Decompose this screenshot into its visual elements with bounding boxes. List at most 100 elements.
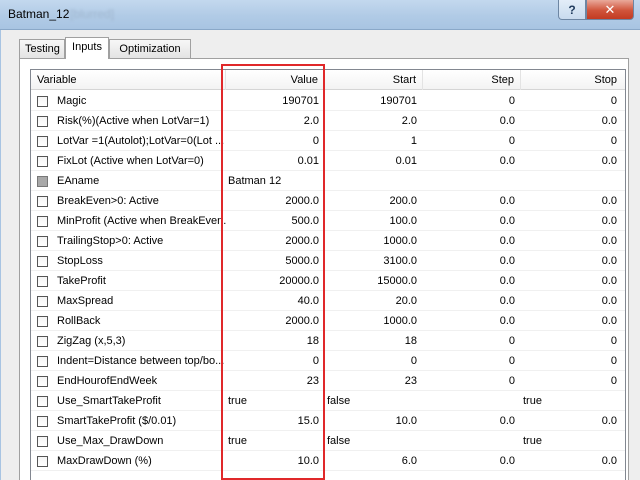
start-cell[interactable]: 6.0 — [325, 451, 423, 471]
step-cell[interactable]: 0.0 — [423, 211, 521, 231]
start-cell[interactable]: 20.0 — [325, 291, 423, 311]
step-cell[interactable] — [423, 391, 521, 411]
step-cell[interactable]: 0.0 — [423, 291, 521, 311]
stop-cell[interactable]: 0 — [521, 351, 625, 371]
stop-cell[interactable]: 0.0 — [521, 411, 625, 431]
stop-cell[interactable]: 0.0 — [521, 231, 625, 251]
value-cell[interactable]: 500.0 — [226, 211, 325, 231]
stop-cell[interactable] — [521, 171, 625, 191]
stop-cell[interactable]: 0 — [521, 131, 625, 151]
step-cell[interactable]: 0 — [423, 351, 521, 371]
table-row[interactable]: MaxDrawDown (%) 10.0 6.0 0.0 0.0 — [31, 451, 625, 471]
stop-cell[interactable]: 0.0 — [521, 151, 625, 171]
start-cell[interactable]: 23 — [325, 371, 423, 391]
table-row[interactable]: FixLot (Active when LotVar=0) 0.01 0.01 0.0… — [31, 151, 625, 171]
table-row[interactable]: Use_Max_DrawDown true false true — [31, 431, 625, 451]
table-row[interactable]: StopLoss 5000.0 3100.0 0.0 0.0 — [31, 251, 625, 271]
start-cell[interactable]: 1 — [325, 131, 423, 151]
start-cell[interactable]: 100.0 — [325, 211, 423, 231]
stop-cell[interactable]: 0.0 — [521, 191, 625, 211]
stop-cell[interactable]: 0.0 — [521, 311, 625, 331]
step-cell[interactable] — [423, 431, 521, 451]
table-row[interactable]: EndHourofEndWeek 23 23 0 0 — [31, 371, 625, 391]
start-cell[interactable]: 1000.0 — [325, 231, 423, 251]
value-cell[interactable]: 10.0 — [226, 451, 325, 471]
step-cell[interactable]: 0.0 — [423, 111, 521, 131]
table-row[interactable]: EAname Batman 12 — [31, 171, 625, 191]
value-cell[interactable]: 2000.0 — [226, 311, 325, 331]
step-cell[interactable]: 0.0 — [423, 231, 521, 251]
column-header-stop[interactable]: Stop — [521, 70, 625, 90]
table-row[interactable]: MinProfit (Active when BreakEven... 500.0… — [31, 211, 625, 231]
table-row[interactable]: Risk(%)(Active when LotVar=1) 2.0 2.0 0.0 0.… — [31, 111, 625, 131]
start-cell[interactable]: 18 — [325, 331, 423, 351]
table-row[interactable]: TrailingStop>0: Active 2000.0 1000.0 0.0 0.0 — [31, 231, 625, 251]
value-cell[interactable]: true — [226, 431, 325, 451]
table-row[interactable]: Use_SmartTakeProfit true false true — [31, 391, 625, 411]
start-cell[interactable]: 15000.0 — [325, 271, 423, 291]
stop-cell[interactable]: true — [521, 391, 625, 411]
stop-cell[interactable]: 0.0 — [521, 211, 625, 231]
tab-inputs[interactable]: Inputs — [65, 37, 109, 59]
start-cell[interactable]: false — [325, 391, 423, 411]
value-cell[interactable]: 0 — [226, 131, 325, 151]
table-row[interactable]: TakeProfit 20000.0 15000.0 0.0 0.0 — [31, 271, 625, 291]
stop-cell[interactable]: 0 — [521, 371, 625, 391]
stop-cell[interactable]: true — [521, 431, 625, 451]
start-cell[interactable]: 10.0 — [325, 411, 423, 431]
start-cell[interactable]: 200.0 — [325, 191, 423, 211]
value-cell[interactable]: 2000.0 — [226, 191, 325, 211]
step-cell[interactable]: 0 — [423, 91, 521, 111]
table-row[interactable]: Magic 190701 190701 0 0 — [31, 91, 625, 111]
tab-testing[interactable]: Testing — [19, 39, 65, 59]
value-cell[interactable]: 18 — [226, 331, 325, 351]
value-cell[interactable]: 2.0 — [226, 111, 325, 131]
step-cell[interactable] — [423, 171, 521, 191]
start-cell[interactable]: 3100.0 — [325, 251, 423, 271]
step-cell[interactable]: 0.0 — [423, 451, 521, 471]
value-cell[interactable]: 40.0 — [226, 291, 325, 311]
value-cell[interactable]: 190701 — [226, 91, 325, 111]
close-button[interactable]: ✕ — [586, 0, 634, 20]
value-cell[interactable]: 5000.0 — [226, 251, 325, 271]
column-header-start[interactable]: Start — [325, 70, 423, 90]
table-row[interactable]: Indent=Distance between top/bo... 0 0 0 0 — [31, 351, 625, 371]
step-cell[interactable]: 0 — [423, 371, 521, 391]
start-cell[interactable]: 0 — [325, 351, 423, 371]
tab-optimization[interactable]: Optimization — [109, 39, 191, 59]
start-cell[interactable]: 1000.0 — [325, 311, 423, 331]
stop-cell[interactable]: 0.0 — [521, 291, 625, 311]
table-row[interactable]: BreakEven>0: Active 2000.0 200.0 0.0 0.0 — [31, 191, 625, 211]
help-button[interactable]: ? — [558, 0, 586, 20]
stop-cell[interactable]: 0 — [521, 331, 625, 351]
table-row[interactable]: RollBack 2000.0 1000.0 0.0 0.0 — [31, 311, 625, 331]
stop-cell[interactable]: 0.0 — [521, 111, 625, 131]
step-cell[interactable]: 0.0 — [423, 411, 521, 431]
step-cell[interactable]: 0.0 — [423, 251, 521, 271]
start-cell[interactable]: 190701 — [325, 91, 423, 111]
start-cell[interactable] — [325, 171, 423, 191]
step-cell[interactable]: 0.0 — [423, 151, 521, 171]
stop-cell[interactable]: 0.0 — [521, 451, 625, 471]
value-cell[interactable]: 0 — [226, 351, 325, 371]
value-cell[interactable]: true — [226, 391, 325, 411]
step-cell[interactable]: 0.0 — [423, 271, 521, 291]
table-row[interactable]: SmartTakeProfit ($/0.01) 15.0 10.0 0.0 0.0 — [31, 411, 625, 431]
stop-cell[interactable]: 0 — [521, 91, 625, 111]
table-row[interactable]: ZigZag (x,5,3) 18 18 0 0 — [31, 331, 625, 351]
table-row[interactable]: MaxSpread 40.0 20.0 0.0 0.0 — [31, 291, 625, 311]
start-cell[interactable]: false — [325, 431, 423, 451]
step-cell[interactable]: 0 — [423, 331, 521, 351]
column-header-step[interactable]: Step — [423, 70, 521, 90]
step-cell[interactable]: 0.0 — [423, 311, 521, 331]
step-cell[interactable]: 0.0 — [423, 191, 521, 211]
value-cell[interactable]: 23 — [226, 371, 325, 391]
column-header-value[interactable]: Value — [226, 70, 325, 90]
start-cell[interactable]: 0.01 — [325, 151, 423, 171]
table-row[interactable]: LotVar =1(Autolot);LotVar=0(Lot ... 0 1 0 0 — [31, 131, 625, 151]
value-cell[interactable]: 2000.0 — [226, 231, 325, 251]
column-header-variable[interactable]: Variable — [31, 70, 226, 90]
value-cell[interactable]: Batman 12 — [226, 171, 325, 191]
value-cell[interactable]: 0.01 — [226, 151, 325, 171]
stop-cell[interactable]: 0.0 — [521, 251, 625, 271]
